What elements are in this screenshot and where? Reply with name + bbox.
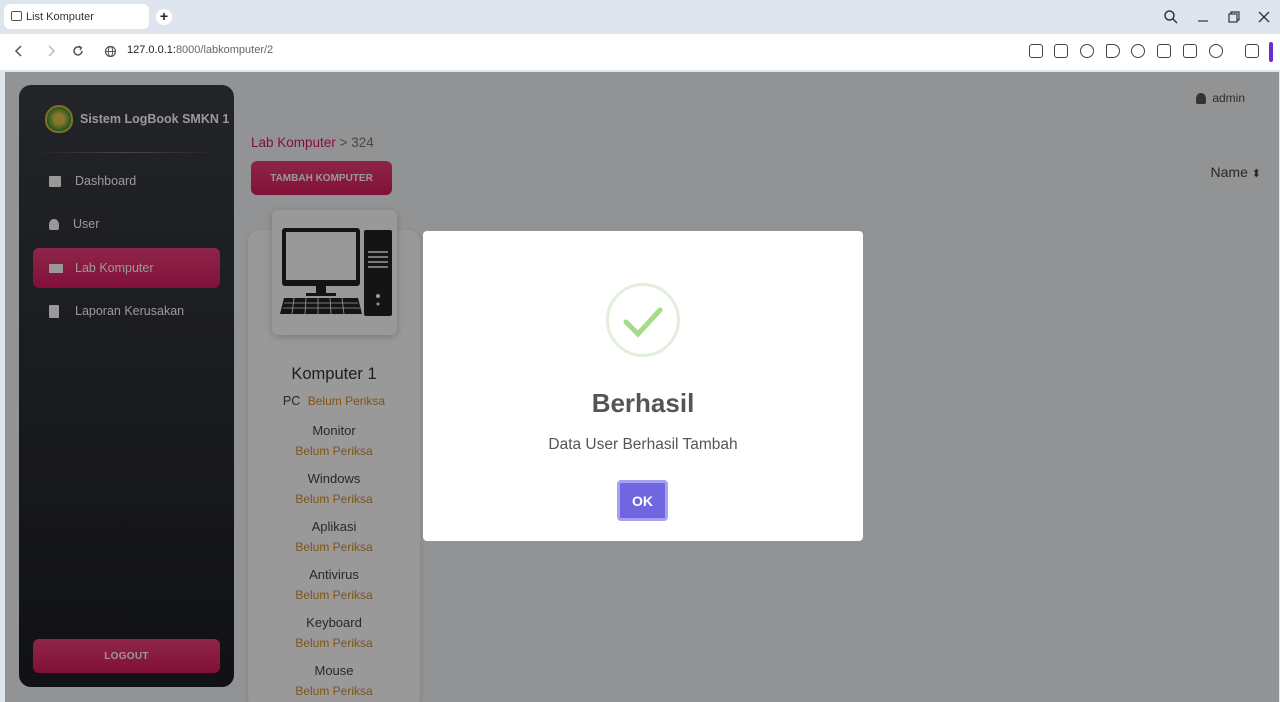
- browser-tab[interactable]: List Komputer: [4, 4, 149, 29]
- success-dialog: Berhasil Data User Berhasil Tambah OK: [423, 231, 863, 541]
- page-favicon-icon: [11, 11, 22, 21]
- url-field[interactable]: 127.0.0.1:8000/labkomputer/2: [127, 44, 273, 56]
- minimize-icon[interactable]: [1195, 9, 1213, 25]
- url-host: 127.0.0.1:: [127, 44, 176, 56]
- profile-icon[interactable]: [1209, 44, 1223, 58]
- dialog-title: Berhasil: [591, 388, 695, 418]
- site-info-icon[interactable]: [104, 45, 120, 58]
- download-icon[interactable]: [1157, 44, 1171, 58]
- new-tab-button[interactable]: +: [156, 9, 172, 25]
- forward-icon[interactable]: [44, 44, 60, 58]
- dialog-message: Data User Berhasil Tambah: [548, 436, 738, 453]
- send-icon[interactable]: [1106, 44, 1120, 58]
- success-check-icon: [606, 283, 680, 357]
- restore-icon[interactable]: [1226, 9, 1244, 25]
- extensions-icon[interactable]: [1245, 44, 1259, 58]
- address-bar: 127.0.0.1:8000/labkomputer/2: [0, 34, 1280, 70]
- close-icon[interactable]: [1256, 9, 1274, 25]
- url-path: 8000/labkomputer/2: [175, 44, 274, 56]
- browser-tab-bar: List Komputer +: [0, 0, 1280, 34]
- heart-icon[interactable]: [1131, 44, 1145, 58]
- back-icon[interactable]: [12, 44, 28, 58]
- sidebar-toggle[interactable]: [1269, 42, 1273, 62]
- edit-icon[interactable]: [1029, 44, 1043, 58]
- reload-icon[interactable]: [71, 44, 87, 58]
- settings-icon[interactable]: [1183, 44, 1197, 58]
- shield-icon[interactable]: [1080, 44, 1094, 58]
- ok-button[interactable]: OK: [617, 480, 668, 521]
- camera-icon[interactable]: [1054, 44, 1068, 58]
- tab-title: List Komputer: [26, 10, 94, 23]
- search-icon[interactable]: [1163, 9, 1181, 25]
